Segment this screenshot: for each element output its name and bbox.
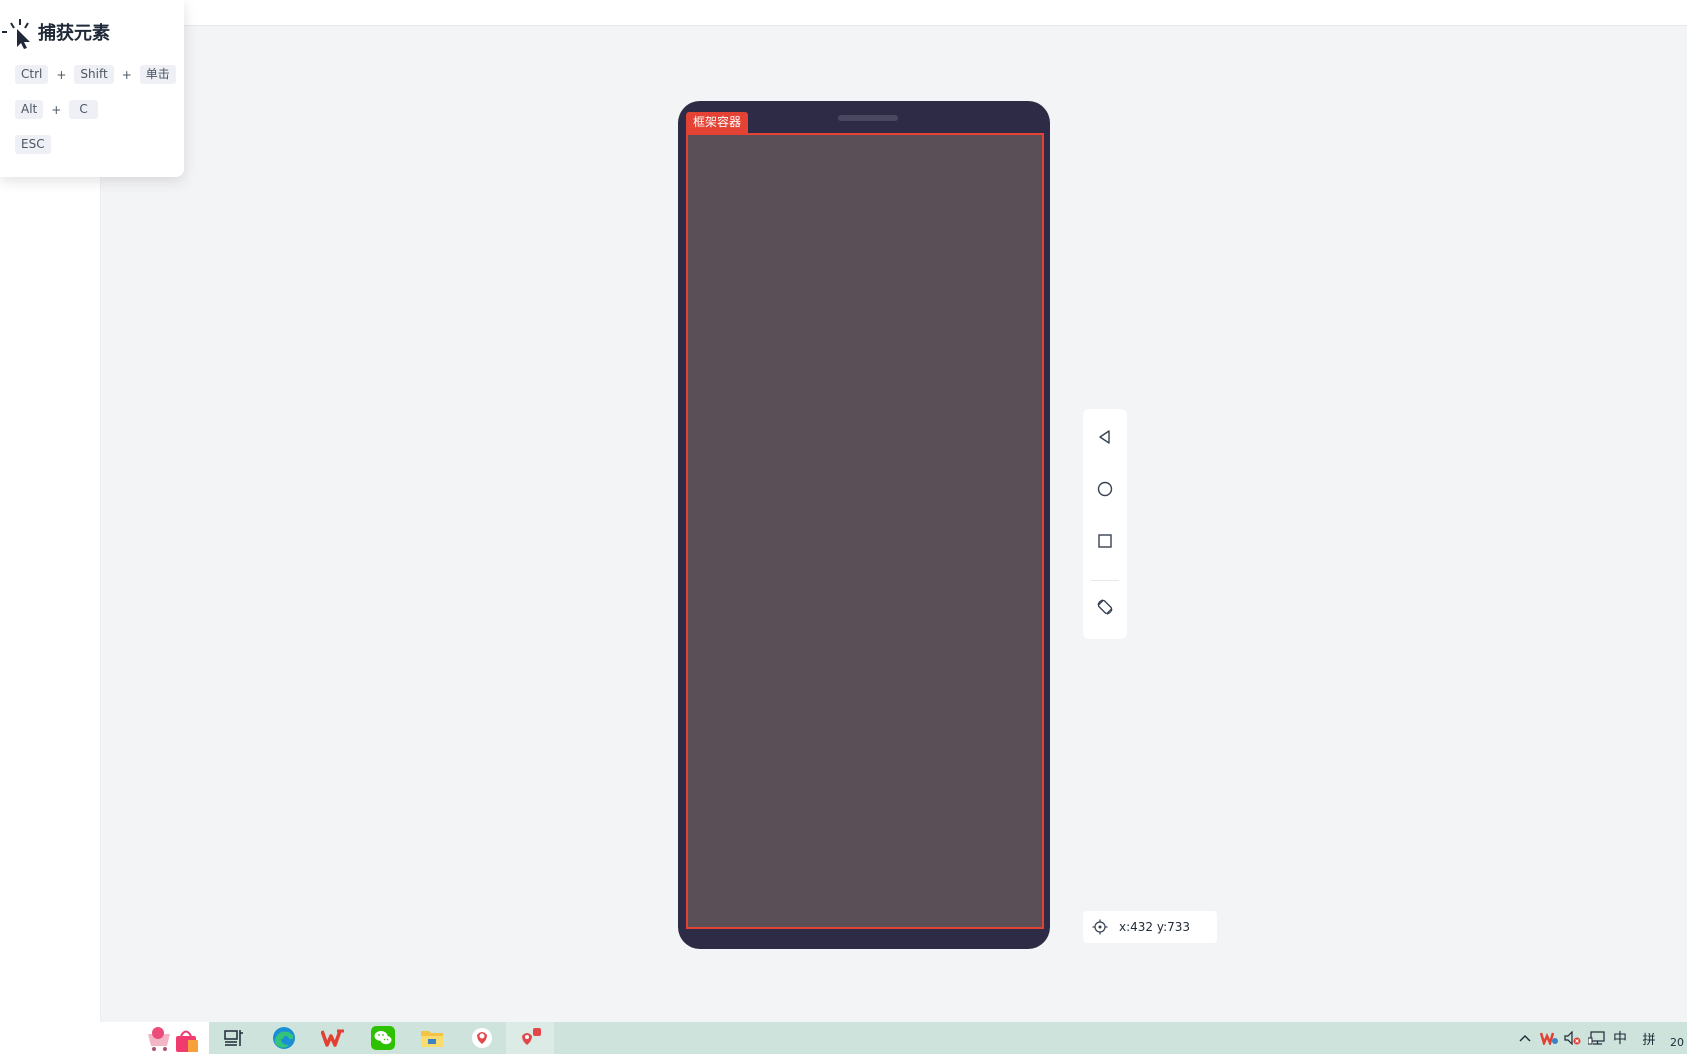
plus-sign: + (51, 102, 62, 117)
tray-wps-icon[interactable] (1540, 1028, 1558, 1048)
windows-taskbar: 中 拼 20 (0, 1022, 1687, 1054)
back-button[interactable] (1083, 419, 1127, 459)
home-button[interactable] (1083, 471, 1127, 511)
rotate-button[interactable] (1083, 589, 1127, 629)
key-shift: Shift (74, 65, 114, 84)
ime-language[interactable]: 中 (1610, 1028, 1630, 1048)
top-bar (0, 0, 1687, 26)
key-click: 单击 (139, 65, 176, 84)
plus-sign: + (56, 67, 67, 82)
frame-container-tag: 框架容器 (686, 112, 749, 133)
capture-element-popup: 捕获元素 Ctrl + Shift + 单击 Alt + C ESC (0, 0, 184, 177)
app-red-badge-icon[interactable] (518, 1026, 544, 1050)
capture-title-row: 捕获元素 (0, 14, 110, 50)
wechat-icon[interactable] (370, 1026, 396, 1050)
cursor-click-icon (0, 14, 36, 50)
shopping-app-icon[interactable] (143, 1026, 203, 1052)
plus-sign: + (121, 67, 132, 82)
recent-square-icon (1097, 533, 1113, 553)
phone-device: 框架容器 (678, 101, 1050, 949)
key-ctrl: Ctrl (15, 65, 49, 84)
wps-icon[interactable] (320, 1026, 346, 1050)
phone-notch (838, 115, 898, 121)
device-nav-panel (1083, 409, 1127, 639)
home-circle-icon (1097, 481, 1113, 501)
app-red-icon[interactable] (469, 1026, 495, 1050)
coordinate-display: x:432 y:733 (1083, 911, 1217, 943)
shortcut-row-ctrl-shift-click: Ctrl + Shift + 单击 (15, 65, 176, 84)
key-alt: Alt (15, 100, 44, 119)
file-explorer-icon[interactable] (419, 1026, 445, 1050)
coordinate-text: x:432 y:733 (1119, 920, 1191, 934)
crosshair-icon (1083, 911, 1117, 943)
network-icon[interactable] (1588, 1028, 1606, 1048)
tray-expand-icon[interactable] (1517, 1028, 1533, 1048)
frame-container[interactable] (686, 133, 1044, 929)
key-esc: ESC (15, 135, 51, 154)
key-c: C (69, 100, 98, 119)
shortcut-row-alt-c: Alt + C (15, 100, 98, 119)
popup-title: 捕获元素 (38, 23, 110, 44)
edge-browser-icon[interactable] (271, 1026, 297, 1050)
nav-divider (1091, 580, 1119, 581)
task-view-icon[interactable] (221, 1026, 247, 1050)
shortcut-row-esc: ESC (15, 135, 51, 154)
clock-partial[interactable]: 20 (1670, 1036, 1684, 1049)
rotate-icon (1096, 598, 1114, 620)
back-triangle-icon (1097, 429, 1113, 449)
recent-apps-button[interactable] (1083, 523, 1127, 563)
ime-mode[interactable]: 拼 (1639, 1028, 1659, 1048)
volume-muted-icon[interactable] (1564, 1028, 1582, 1048)
